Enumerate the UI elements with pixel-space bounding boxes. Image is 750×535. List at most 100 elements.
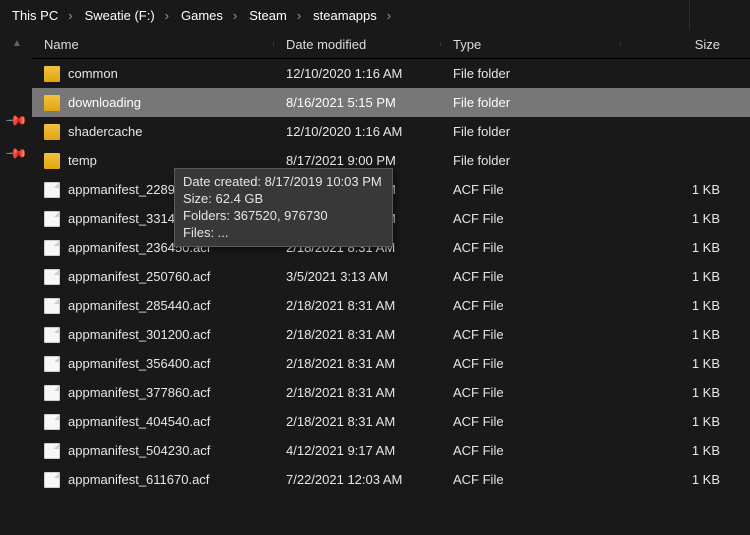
table-row[interactable]: appmanifest_611670.acf 7/22/2021 12:03 AM… bbox=[32, 465, 750, 494]
breadcrumb-segment[interactable]: Sweatie (F:) bbox=[75, 3, 163, 28]
cell-type: File folder bbox=[441, 66, 621, 81]
explorer-window: This PC›Sweatie (F:)›Games›Steam›steamap… bbox=[0, 0, 750, 535]
cell-type: File folder bbox=[441, 124, 621, 139]
breadcrumb-segment[interactable]: steamapps bbox=[303, 3, 385, 28]
file-icon bbox=[44, 182, 60, 198]
cell-date: 12/10/2020 1:16 AM bbox=[274, 66, 441, 81]
col-label: Date modified bbox=[286, 37, 366, 52]
table-row[interactable]: appmanifest_356400.acf 2/18/2021 8:31 AMA… bbox=[32, 349, 750, 378]
table-row[interactable]: common 12/10/2020 1:16 AMFile folder bbox=[32, 59, 750, 88]
file-icon bbox=[44, 414, 60, 430]
cell-size: 1 KB bbox=[621, 240, 750, 255]
col-label: Type bbox=[453, 37, 481, 52]
breadcrumb[interactable]: This PC›Sweatie (F:)›Games›Steam›steamap… bbox=[0, 0, 750, 30]
col-label: Name bbox=[44, 37, 79, 52]
file-icon bbox=[44, 356, 60, 372]
file-rows: common12/10/2020 1:16 AMFile folderdownl… bbox=[32, 59, 750, 494]
file-icon bbox=[44, 298, 60, 314]
quick-access-gutter: ▲ 📌 📌 bbox=[0, 30, 32, 535]
cell-date: 8/16/2021 5:15 PM bbox=[274, 95, 441, 110]
file-icon bbox=[44, 240, 60, 256]
file-list-pane: Name Date modified Type Size common 12/10… bbox=[32, 30, 750, 535]
tooltip-line: Date created: 8/17/2019 10:03 PM bbox=[183, 173, 382, 190]
file-name: common bbox=[68, 66, 118, 81]
cell-type: ACF File bbox=[441, 240, 621, 255]
file-name: temp bbox=[68, 153, 97, 168]
table-row[interactable]: appmanifest_250760.acf3/5/2021 3:13 AMAC… bbox=[32, 262, 750, 291]
cell-type: ACF File bbox=[441, 182, 621, 197]
col-name[interactable]: Name bbox=[32, 37, 274, 52]
column-headers: Name Date modified Type Size bbox=[32, 30, 750, 59]
cell-size: 1 KB bbox=[621, 211, 750, 226]
file-name: appmanifest_404540.acf bbox=[68, 414, 210, 429]
chevron-right-icon: › bbox=[231, 8, 239, 23]
col-size[interactable]: Size bbox=[621, 37, 750, 52]
cell-type: File folder bbox=[441, 153, 621, 168]
folder-icon bbox=[44, 66, 60, 82]
cell-type: ACF File bbox=[441, 385, 621, 400]
tooltip-line: Size: 62.4 GB bbox=[183, 190, 382, 207]
file-name: appmanifest_301200.acf bbox=[68, 327, 210, 342]
cell-size: 1 KB bbox=[621, 472, 750, 487]
table-row[interactable]: appmanifest_301200.acf 2/18/2021 8:31 AMA… bbox=[32, 320, 750, 349]
file-name: appmanifest_285440.acf bbox=[68, 298, 210, 313]
table-row[interactable]: shadercache 12/10/2020 1:16 AMFile folder bbox=[32, 117, 750, 146]
col-label: Size bbox=[695, 37, 720, 52]
cell-size: 1 KB bbox=[621, 269, 750, 284]
file-icon bbox=[44, 211, 60, 227]
table-row[interactable]: downloading8/16/2021 5:15 PMFile folder bbox=[32, 88, 750, 117]
breadcrumb-segment[interactable]: Games bbox=[171, 3, 231, 28]
cell-type: ACF File bbox=[441, 356, 621, 371]
cell-type: ACF File bbox=[441, 298, 621, 313]
cell-size: 1 KB bbox=[621, 414, 750, 429]
table-row[interactable]: appmanifest_377860.acf 2/18/2021 8:31 AMA… bbox=[32, 378, 750, 407]
file-name: appmanifest_504230.acf bbox=[68, 443, 210, 458]
file-name: shadercache bbox=[68, 124, 142, 139]
chevron-up-icon[interactable]: ▲ bbox=[12, 38, 22, 49]
cell-size: 1 KB bbox=[621, 443, 750, 458]
cell-size: 1 KB bbox=[621, 385, 750, 400]
cell-type: File folder bbox=[441, 95, 621, 110]
file-icon bbox=[44, 472, 60, 488]
folder-icon bbox=[44, 124, 60, 140]
cell-type: ACF File bbox=[441, 414, 621, 429]
cell-date: 8/17/2021 9:00 PM bbox=[274, 153, 441, 168]
folder-icon bbox=[44, 95, 60, 111]
file-icon bbox=[44, 327, 60, 343]
tooltip-line: Files: ... bbox=[183, 224, 382, 241]
col-type[interactable]: Type bbox=[441, 37, 621, 52]
cell-size: 1 KB bbox=[621, 356, 750, 371]
folder-icon bbox=[44, 153, 60, 169]
tooltip-line: Folders: 367520, 976730 bbox=[183, 207, 382, 224]
file-icon bbox=[44, 443, 60, 459]
table-row[interactable]: appmanifest_404540.acf 2/18/2021 8:31 AMA… bbox=[32, 407, 750, 436]
chevron-right-icon: › bbox=[295, 8, 303, 23]
cell-date: 2/18/2021 8:31 AM bbox=[274, 356, 441, 371]
cell-size: 1 KB bbox=[621, 298, 750, 313]
cell-size: 1 KB bbox=[621, 182, 750, 197]
cell-date: 2/18/2021 8:31 AM bbox=[274, 298, 441, 313]
tooltip: Date created: 8/17/2019 10:03 PM Size: 6… bbox=[174, 168, 393, 247]
table-row[interactable]: appmanifest_504230.acf4/12/2021 9:17 AMA… bbox=[32, 436, 750, 465]
cell-date: 2/18/2021 8:31 AM bbox=[274, 385, 441, 400]
chevron-right-icon: › bbox=[163, 8, 171, 23]
cell-date: 2/18/2021 8:31 AM bbox=[274, 414, 441, 429]
breadcrumb-segment[interactable]: This PC bbox=[2, 3, 66, 28]
cell-type: ACF File bbox=[441, 327, 621, 342]
cell-size: 1 KB bbox=[621, 327, 750, 342]
cell-date: 7/22/2021 12:03 AM bbox=[274, 472, 441, 487]
chevron-right-icon: › bbox=[385, 8, 393, 23]
cell-date: 2/18/2021 8:31 AM bbox=[274, 327, 441, 342]
pin-icon[interactable]: 📌 bbox=[5, 108, 29, 132]
table-row[interactable]: appmanifest_285440.acf 2/18/2021 8:31 AMA… bbox=[32, 291, 750, 320]
file-name: appmanifest_611670.acf bbox=[68, 472, 209, 487]
file-name: appmanifest_250760.acf bbox=[68, 269, 210, 284]
cell-date: 12/10/2020 1:16 AM bbox=[274, 124, 441, 139]
pin-icon[interactable]: 📌 bbox=[5, 141, 29, 165]
file-name: appmanifest_356400.acf bbox=[68, 356, 210, 371]
cell-type: ACF File bbox=[441, 443, 621, 458]
file-name: appmanifest_377860.acf bbox=[68, 385, 210, 400]
breadcrumb-segment[interactable]: Steam bbox=[239, 3, 295, 28]
cell-type: ACF File bbox=[441, 269, 621, 284]
col-date[interactable]: Date modified bbox=[274, 37, 441, 52]
